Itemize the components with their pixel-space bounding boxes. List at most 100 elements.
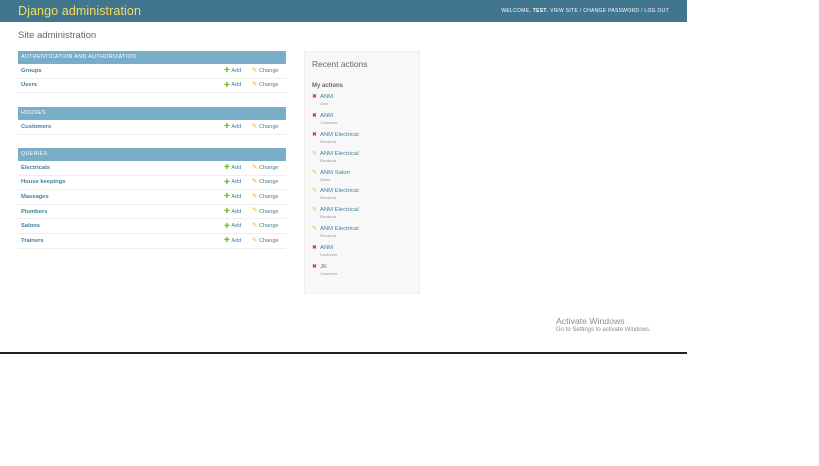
recent-action-link[interactable]: ANM Electrical bbox=[320, 188, 412, 195]
change-label: Change bbox=[258, 164, 279, 171]
model-row: Electricals ✚ Add ✎ Change bbox=[18, 161, 286, 176]
add-label: Add bbox=[231, 208, 242, 215]
x-icon: ✖ bbox=[312, 112, 317, 119]
change-label: Change bbox=[258, 123, 279, 130]
add-link[interactable]: ✚ Add bbox=[224, 193, 241, 200]
add-link[interactable]: ✚ Add bbox=[224, 67, 241, 74]
add-label: Add bbox=[231, 179, 242, 186]
recent-action-type: Electrical bbox=[320, 214, 337, 220]
recent-action-link[interactable]: ANM Electrical bbox=[320, 207, 412, 214]
pencil-icon: ✎ bbox=[312, 188, 317, 195]
pencil-icon: ✎ bbox=[252, 221, 258, 229]
recent-action-type: Customer bbox=[320, 119, 338, 125]
view-site-link[interactable]: VIEW SITE bbox=[550, 8, 578, 14]
pencil-icon: ✎ bbox=[312, 150, 317, 157]
recent-action-link[interactable]: ANM Electrical bbox=[320, 151, 412, 158]
my-actions-heading: My actions bbox=[312, 83, 344, 89]
change-label: Change bbox=[258, 67, 279, 74]
activate-windows-watermark: Activate Windows Go to Settings to activ… bbox=[556, 316, 651, 333]
change-link[interactable]: ✎ Change bbox=[252, 193, 279, 201]
model-link-groups[interactable]: Groups bbox=[18, 68, 42, 74]
change-link[interactable]: ✎ Change bbox=[252, 208, 279, 215]
module-caption[interactable]: Houses bbox=[18, 107, 286, 120]
model-link-electricals[interactable]: Electricals bbox=[18, 165, 50, 171]
recent-action-link[interactable]: ANM Salon bbox=[320, 170, 412, 177]
model-link-plumbers[interactable]: Plumbers bbox=[18, 209, 47, 215]
header: Django administration WELCOME, TEST. VIE… bbox=[0, 0, 687, 22]
recent-action-type: Salon bbox=[320, 176, 331, 182]
change-link[interactable]: ✎ Change bbox=[252, 82, 279, 89]
model-link-salons[interactable]: Salons bbox=[18, 223, 40, 229]
model-link-house-keepings[interactable]: House keepings bbox=[18, 179, 65, 185]
pencil-icon: ✎ bbox=[312, 169, 317, 176]
model-row: Salons ✚ Add ✎ Change bbox=[18, 219, 286, 234]
model-link-massages[interactable]: Massages bbox=[18, 194, 49, 200]
model-link-trainers[interactable]: Trainers bbox=[18, 238, 44, 244]
watermark-title: Activate Windows bbox=[556, 316, 625, 326]
module-authentication-and-authorization: Authentication and Authorization Groups ✚ A… bbox=[18, 51, 286, 94]
recent-action-link: ANM bbox=[320, 245, 334, 252]
pencil-icon: ✎ bbox=[252, 178, 258, 186]
add-link[interactable]: ✚ Add bbox=[224, 164, 241, 171]
recent-action-type: Electrical bbox=[320, 157, 337, 163]
recent-action-type: Electrical bbox=[320, 233, 337, 239]
add-link[interactable]: ✚ Add bbox=[224, 208, 241, 215]
module-caption[interactable]: Queries bbox=[18, 148, 286, 161]
recent-action-item: ✎ ANM Electrical Electrical bbox=[312, 151, 412, 170]
module-caption[interactable]: Authentication and Authorization bbox=[18, 51, 286, 64]
site-branding[interactable]: Django administration bbox=[18, 4, 141, 18]
recent-action-item: ✖ ANM Electrical Electrical bbox=[312, 132, 412, 151]
username: TEST bbox=[532, 8, 547, 14]
model-row: Plumbers ✚ Add ✎ Change bbox=[18, 205, 286, 220]
recent-action-item: ✎ ANM Electrical Electrical bbox=[312, 226, 412, 245]
page-title: Site administration bbox=[18, 30, 97, 41]
add-link[interactable]: ✚ Add bbox=[224, 223, 241, 230]
plus-icon: ✚ bbox=[224, 222, 230, 230]
change-label: Change bbox=[258, 82, 279, 89]
log-out-link[interactable]: LOG OUT bbox=[644, 8, 669, 14]
browser-viewport: Django administration WELCOME, TEST. VIE… bbox=[0, 0, 687, 354]
change-link[interactable]: ✎ Change bbox=[252, 67, 279, 75]
change-link[interactable]: ✎ Change bbox=[252, 122, 279, 131]
model-link-customers[interactable]: Customers bbox=[18, 124, 51, 130]
change-link[interactable]: ✎ Change bbox=[252, 221, 279, 230]
plus-icon: ✚ bbox=[224, 178, 230, 186]
change-link[interactable]: ✎ Change bbox=[252, 237, 279, 245]
add-link[interactable]: ✚ Add bbox=[224, 123, 241, 130]
separator: / bbox=[579, 8, 582, 14]
x-icon: ✖ bbox=[312, 131, 317, 138]
change-link[interactable]: ✎ Change bbox=[252, 163, 279, 172]
pencil-icon: ✎ bbox=[252, 163, 258, 171]
model-row: House keepings ✚ Add ✎ Change bbox=[18, 176, 286, 191]
add-label: Add bbox=[231, 123, 242, 130]
change-password-link[interactable]: CHANGE PASSWORD bbox=[583, 8, 639, 14]
plus-icon: ✚ bbox=[224, 67, 230, 75]
x-icon: ✖ bbox=[312, 245, 317, 252]
add-label: Add bbox=[231, 223, 242, 230]
recent-action-type: Customer bbox=[320, 271, 338, 277]
plus-icon: ✚ bbox=[224, 81, 230, 89]
model-row: Massages ✚ Add ✎ Change bbox=[18, 190, 286, 205]
plus-icon: ✚ bbox=[224, 164, 230, 172]
pencil-icon: ✎ bbox=[252, 207, 258, 215]
recent-actions-title: Recent actions bbox=[312, 59, 368, 69]
recent-action-link: JK bbox=[320, 264, 327, 271]
change-label: Change bbox=[258, 193, 279, 200]
separator: / bbox=[640, 8, 643, 14]
recent-action-item: ✖ JK Customer bbox=[312, 264, 412, 283]
x-icon: ✖ bbox=[312, 264, 317, 271]
add-link[interactable]: ✚ Add bbox=[224, 179, 241, 186]
add-link[interactable]: ✚ Add bbox=[224, 237, 241, 244]
action-list: ✖ ANM User ✖ ANM Customer ✖ ANM Electrical Elect… bbox=[312, 94, 412, 283]
recent-action-type: Electrical bbox=[320, 195, 337, 201]
pencil-icon: ✎ bbox=[252, 122, 258, 130]
change-label: Change bbox=[258, 208, 279, 215]
add-link[interactable]: ✚ Add bbox=[224, 82, 241, 89]
welcome-text: WELCOME, bbox=[501, 8, 532, 14]
recent-action-link[interactable]: ANM Electrical bbox=[320, 226, 412, 233]
change-link[interactable]: ✎ Change bbox=[252, 179, 279, 186]
model-link-users[interactable]: Users bbox=[18, 82, 37, 88]
model-row: Users ✚ Add ✎ Change bbox=[18, 79, 286, 94]
model-row: Customers ✚ Add ✎ Change bbox=[18, 120, 286, 135]
pencil-icon: ✎ bbox=[312, 226, 317, 233]
